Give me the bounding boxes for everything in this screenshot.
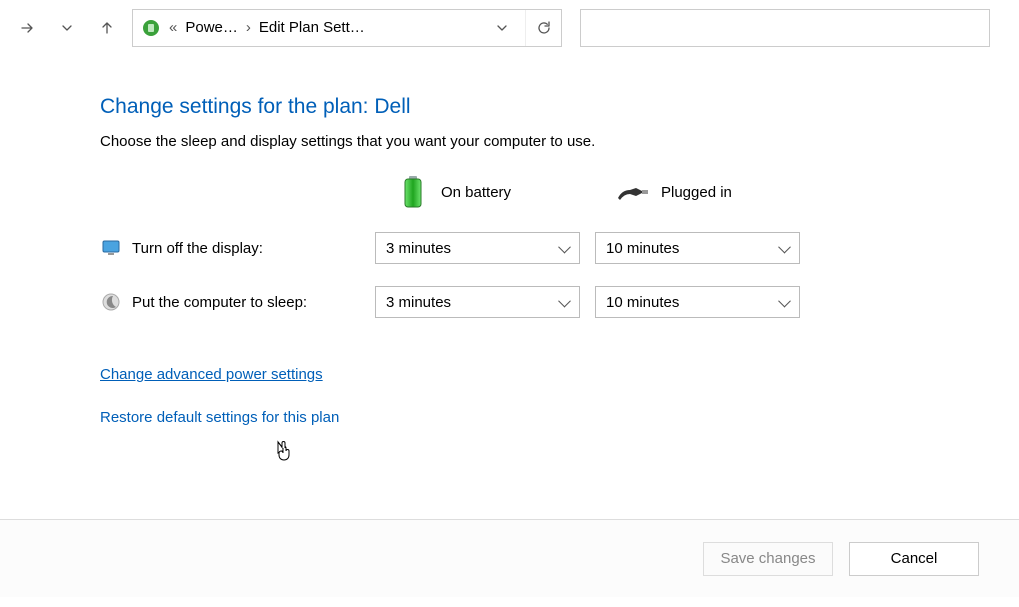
select-value: 3 minutes [386, 240, 451, 257]
nav-forward-button[interactable] [12, 13, 42, 43]
page-title: Change settings for the plan: Dell [100, 95, 1019, 119]
toolbar: « Powe… › Edit Plan Sett… [0, 0, 1019, 55]
plug-icon [615, 174, 651, 210]
row-turn-off-display: Turn off the display: [100, 237, 375, 259]
nav-up-button[interactable] [92, 13, 122, 43]
main-content: Change settings for the plan: Dell Choos… [0, 55, 1019, 519]
sleep-battery-select[interactable]: 3 minutes [375, 286, 580, 318]
chevron-down-icon [495, 21, 509, 35]
display-plugged-select[interactable]: 10 minutes [595, 232, 800, 264]
page-subtitle: Choose the sleep and display settings th… [100, 133, 1019, 150]
display-battery-select[interactable]: 3 minutes [375, 232, 580, 264]
column-header-plugged: Plugged in [595, 174, 815, 210]
column-label: Plugged in [661, 184, 732, 201]
address-dropdown[interactable] [483, 10, 519, 46]
nav-history-button[interactable] [52, 13, 82, 43]
address-bar[interactable]: « Powe… › Edit Plan Sett… [132, 9, 562, 47]
breadcrumb-seg[interactable]: Edit Plan Sett… [259, 19, 365, 36]
column-header-battery: On battery [375, 174, 595, 210]
control-panel-icon [141, 18, 161, 38]
column-label: On battery [441, 184, 511, 201]
row-label-text: Put the computer to sleep: [132, 294, 307, 311]
breadcrumb-seg[interactable]: Powe… [185, 19, 238, 36]
refresh-button[interactable] [525, 10, 561, 46]
arrow-right-icon [19, 20, 35, 36]
arrow-up-icon [99, 20, 115, 36]
battery-icon [395, 174, 431, 210]
save-button: Save changes [703, 542, 833, 576]
select-value: 3 minutes [386, 294, 451, 311]
row-put-to-sleep: Put the computer to sleep: [100, 291, 375, 313]
row-label-text: Turn off the display: [132, 240, 263, 257]
breadcrumb: « Powe… › Edit Plan Sett… [167, 19, 477, 36]
select-value: 10 minutes [606, 294, 679, 311]
breadcrumb-sep: « [167, 19, 179, 36]
chevron-down-icon [60, 21, 74, 35]
breadcrumb-sep-icon: › [244, 19, 253, 36]
search-box[interactable] [580, 9, 990, 47]
restore-defaults-link[interactable]: Restore default settings for this plan [100, 409, 1019, 426]
links-section: Change advanced power settings Restore d… [100, 366, 1019, 426]
sleep-plugged-select[interactable]: 10 minutes [595, 286, 800, 318]
footer-bar: Save changes Cancel [0, 519, 1019, 597]
settings-grid: On battery Plugged in Turn off the displ… [100, 174, 1019, 318]
refresh-icon [536, 20, 552, 36]
moon-icon [100, 291, 122, 313]
select-value: 10 minutes [606, 240, 679, 257]
cancel-button[interactable]: Cancel [849, 542, 979, 576]
monitor-icon [100, 237, 122, 259]
advanced-settings-link[interactable]: Change advanced power settings [100, 366, 1019, 383]
